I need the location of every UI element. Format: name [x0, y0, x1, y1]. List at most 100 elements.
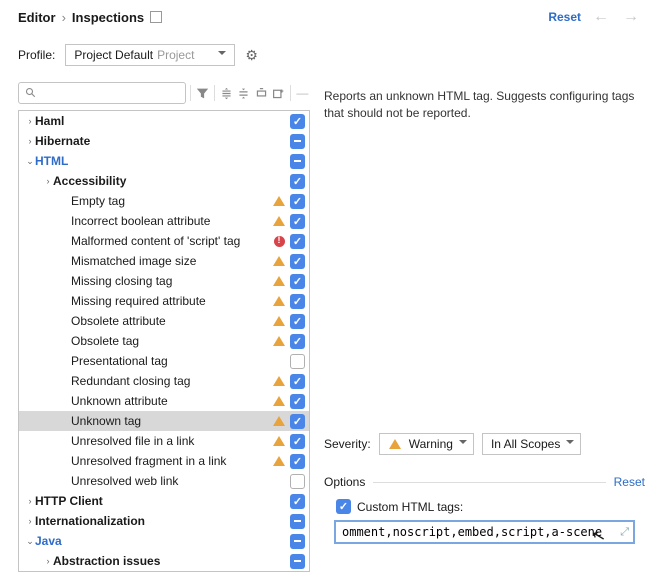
- tree-row[interactable]: Presentational tag: [19, 351, 309, 371]
- inspection-checkbox[interactable]: [290, 114, 305, 129]
- tree-row[interactable]: ›Abstraction issues: [19, 551, 309, 571]
- collapse-icon[interactable]: [236, 83, 251, 103]
- separator-toggle-icon[interactable]: [150, 11, 162, 23]
- inspection-checkbox[interactable]: [290, 434, 305, 449]
- inspection-checkbox[interactable]: [290, 134, 305, 149]
- tree-row[interactable]: Obsolete tag: [19, 331, 309, 351]
- tree-row[interactable]: Obsolete attribute: [19, 311, 309, 331]
- tree-row[interactable]: Unresolved fragment in a link: [19, 451, 309, 471]
- inspection-checkbox[interactable]: [290, 554, 305, 569]
- tree-row[interactable]: Unresolved web link: [19, 471, 309, 491]
- breadcrumb-inspections[interactable]: Inspections: [72, 10, 144, 25]
- profile-select[interactable]: Project Default Project: [65, 44, 235, 66]
- tree-row[interactable]: ›Internationalization: [19, 511, 309, 531]
- tree-row[interactable]: Missing closing tag: [19, 271, 309, 291]
- inspection-checkbox[interactable]: [290, 494, 305, 509]
- inspection-checkbox[interactable]: [290, 354, 305, 369]
- tree-item-label: HTML: [35, 154, 272, 168]
- inspection-checkbox[interactable]: [290, 414, 305, 429]
- inspection-checkbox[interactable]: [290, 234, 305, 249]
- chevron-icon[interactable]: ⌄: [25, 156, 35, 167]
- warning-icon: [272, 254, 286, 268]
- tree-item-label: Abstraction issues: [53, 554, 272, 568]
- warning-icon: [388, 437, 402, 451]
- chevron-icon[interactable]: ›: [25, 496, 35, 506]
- tree-item-label: Presentational tag: [71, 354, 272, 368]
- tree-item-label: Unknown tag: [71, 414, 272, 428]
- reset-defaults-icon[interactable]: [253, 83, 268, 103]
- tree-item-label: HTTP Client: [35, 494, 272, 508]
- inspection-checkbox[interactable]: [290, 254, 305, 269]
- error-icon: [272, 234, 286, 248]
- tree-row[interactable]: ›Accessibility: [19, 171, 309, 191]
- add-icon[interactable]: [271, 83, 286, 103]
- chevron-icon[interactable]: ›: [25, 516, 35, 526]
- search-input[interactable]: [18, 82, 186, 104]
- inspection-checkbox[interactable]: [290, 154, 305, 169]
- breadcrumb-editor[interactable]: Editor: [18, 10, 56, 25]
- tree-item-label: Redundant closing tag: [71, 374, 272, 388]
- inspection-checkbox[interactable]: [290, 454, 305, 469]
- tree-item-label: Incorrect boolean attribute: [71, 214, 272, 228]
- tree-row[interactable]: Mismatched image size: [19, 251, 309, 271]
- filter-icon[interactable]: [195, 83, 210, 103]
- warning-icon: [272, 294, 286, 308]
- tree-item-label: Empty tag: [71, 194, 272, 208]
- inspection-checkbox[interactable]: [290, 474, 305, 489]
- expand-icon[interactable]: [219, 83, 234, 103]
- tree-row[interactable]: ⌄HTML: [19, 151, 309, 171]
- inspection-checkbox[interactable]: [290, 534, 305, 549]
- tree-row[interactable]: Unknown tag: [19, 411, 309, 431]
- gear-icon[interactable]: ⚙: [245, 47, 258, 64]
- options-reset-link[interactable]: Reset: [614, 475, 645, 489]
- inspection-checkbox[interactable]: [290, 174, 305, 189]
- tree-row[interactable]: Unresolved file in a link: [19, 431, 309, 451]
- tree-row[interactable]: Malformed content of 'script' tag: [19, 231, 309, 251]
- custom-tags-checkbox[interactable]: [336, 499, 351, 514]
- tree-row[interactable]: ›HTTP Client: [19, 491, 309, 511]
- remove-icon[interactable]: —: [295, 83, 310, 103]
- tree-item-label: Java: [35, 534, 272, 548]
- warning-icon: [272, 414, 286, 428]
- profile-label: Profile:: [18, 48, 55, 62]
- inspection-checkbox[interactable]: [290, 514, 305, 529]
- inspection-checkbox[interactable]: [290, 214, 305, 229]
- warning-icon: [272, 394, 286, 408]
- tree-row[interactable]: Incorrect boolean attribute: [19, 211, 309, 231]
- chevron-icon[interactable]: ⌄: [25, 536, 35, 547]
- inspection-checkbox[interactable]: [290, 334, 305, 349]
- chevron-icon[interactable]: ›: [43, 176, 53, 186]
- tree-item-label: Haml: [35, 114, 272, 128]
- severity-select[interactable]: Warning: [379, 433, 474, 455]
- tree-row[interactable]: ⌄Java: [19, 531, 309, 551]
- inspection-checkbox[interactable]: [290, 314, 305, 329]
- tree-row[interactable]: Empty tag: [19, 191, 309, 211]
- forward-arrow-icon: →: [621, 8, 641, 26]
- inspection-checkbox[interactable]: [290, 274, 305, 289]
- tree-row[interactable]: Missing required attribute: [19, 291, 309, 311]
- inspection-tree[interactable]: ›Haml›Hibernate⌄HTML›AccessibilityEmpty …: [18, 110, 310, 572]
- chevron-icon[interactable]: ›: [25, 136, 35, 146]
- chevron-icon[interactable]: ›: [43, 556, 53, 566]
- expand-field-icon[interactable]: ⤢: [620, 525, 629, 539]
- warning-icon: [272, 214, 286, 228]
- tree-item-label: Unresolved web link: [71, 474, 272, 488]
- tree-row[interactable]: Unknown attribute: [19, 391, 309, 411]
- scope-select[interactable]: In All Scopes: [482, 433, 581, 455]
- tree-item-label: Obsolete attribute: [71, 314, 272, 328]
- tree-item-label: Missing required attribute: [71, 294, 272, 308]
- tree-row[interactable]: ›Haml: [19, 111, 309, 131]
- reset-link[interactable]: Reset: [548, 10, 581, 24]
- tree-row[interactable]: Redundant closing tag: [19, 371, 309, 391]
- custom-tags-label: Custom HTML tags:: [357, 500, 463, 514]
- inspection-checkbox[interactable]: [290, 194, 305, 209]
- warning-icon: [272, 374, 286, 388]
- tree-item-label: Accessibility: [53, 174, 272, 188]
- chevron-icon[interactable]: ›: [25, 116, 35, 126]
- tree-row[interactable]: ›Hibernate: [19, 131, 309, 151]
- inspection-checkbox[interactable]: [290, 374, 305, 389]
- inspection-checkbox[interactable]: [290, 294, 305, 309]
- inspection-checkbox[interactable]: [290, 394, 305, 409]
- chevron-right-icon: ›: [62, 10, 66, 25]
- tree-item-label: Missing closing tag: [71, 274, 272, 288]
